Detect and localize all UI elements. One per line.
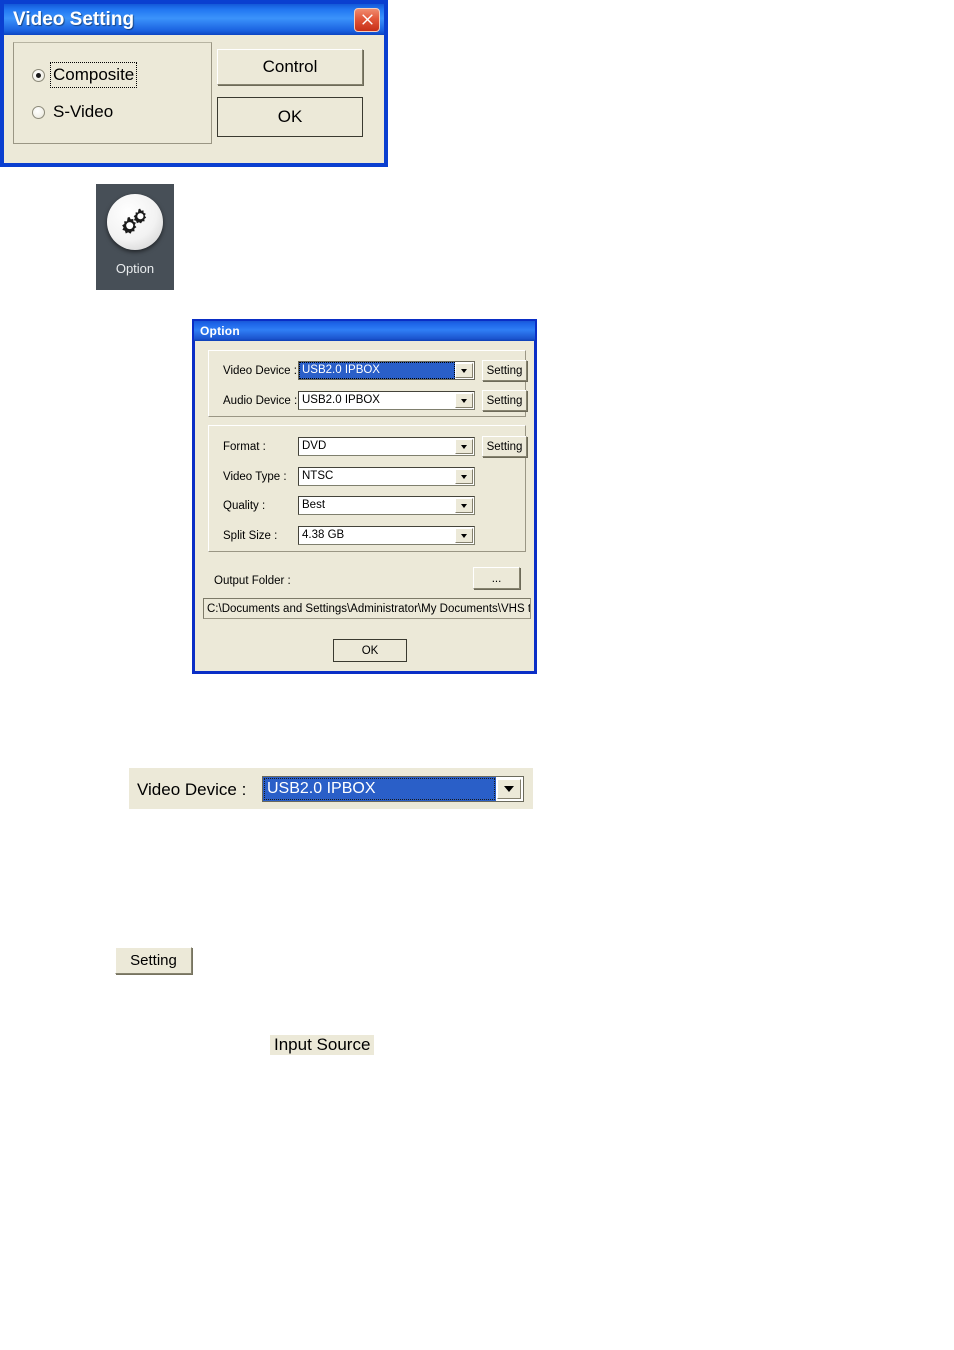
- radio-unselected-icon: [32, 105, 45, 119]
- close-icon[interactable]: [354, 7, 380, 32]
- video-type-combo[interactable]: NTSC: [298, 467, 475, 486]
- quality-label: Quality :: [223, 500, 266, 512]
- option-dialog: Option Video Device : USB2.0 IPBOX Setti…: [192, 319, 537, 674]
- radio-composite[interactable]: Composite: [32, 62, 138, 88]
- split-size-combo[interactable]: 4.38 GB: [298, 526, 475, 545]
- input-source-groupbox: Composite S-Video: [13, 42, 212, 144]
- option-toolbar-button[interactable]: Option: [96, 184, 174, 290]
- quality-combo[interactable]: Best: [298, 496, 475, 515]
- format-label: Format :: [223, 441, 266, 453]
- chevron-down-icon[interactable]: [497, 779, 521, 799]
- option-dialog-title: Option: [200, 324, 240, 338]
- input-source-groupbox-title: Input Source: [270, 1035, 375, 1055]
- split-size-label: Split Size :: [223, 530, 278, 542]
- video-device-callout-label: Video Device :: [137, 780, 247, 799]
- audio-device-label: Audio Device :: [223, 395, 298, 407]
- gears-icon: [107, 194, 163, 250]
- devices-group-panel: Video Device : USB2.0 IPBOX Setting Audi…: [208, 350, 527, 417]
- video-type-label: Video Type :: [223, 471, 287, 483]
- video-type-value: NTSC: [302, 470, 334, 482]
- video-device-label: Video Device :: [223, 365, 297, 377]
- video-device-setting-button[interactable]: Setting: [482, 360, 527, 381]
- video-device-row-callout: Video Device : USB2.0 IPBOX: [129, 768, 533, 809]
- audio-device-combo[interactable]: USB2.0 IPBOX: [298, 391, 475, 410]
- video-setting-title: Video Setting: [13, 8, 135, 30]
- format-value: DVD: [302, 440, 327, 452]
- format-combo[interactable]: DVD: [298, 437, 475, 456]
- video-setting-dialog: Video Setting Composite S-Video Input So…: [0, 0, 388, 1055]
- video-setting-title-bar: Video Setting: [4, 4, 384, 35]
- output-folder-label: Output Folder :: [214, 575, 291, 587]
- radio-composite-label: Composite: [49, 62, 138, 88]
- radio-selected-icon: [32, 68, 45, 82]
- radio-s-video-label: S-Video: [53, 102, 114, 121]
- audio-device-setting-button[interactable]: Setting: [482, 390, 527, 411]
- output-folder-path-field[interactable]: C:\Documents and Settings\Administrator\…: [203, 598, 531, 619]
- split-size-value: 4.38 GB: [302, 529, 345, 541]
- chevron-down-icon[interactable]: [455, 393, 473, 408]
- chevron-down-icon[interactable]: [455, 439, 473, 454]
- format-group-panel: Format : DVD Setting Video Type : NTSC Q…: [208, 425, 527, 552]
- chevron-down-icon[interactable]: [455, 363, 473, 378]
- control-button[interactable]: Control: [217, 49, 363, 85]
- video-device-combo[interactable]: USB2.0 IPBOX: [298, 361, 475, 380]
- format-setting-button[interactable]: Setting: [482, 436, 527, 457]
- radio-s-video[interactable]: S-Video: [32, 102, 113, 122]
- browse-folder-button[interactable]: ...: [473, 567, 520, 589]
- output-folder-section: Output Folder : ... C:\Documents and Set…: [203, 562, 531, 622]
- chevron-down-icon[interactable]: [455, 469, 473, 484]
- setting-button-callout[interactable]: Setting: [115, 947, 192, 974]
- video-setting-ok-button[interactable]: OK: [217, 97, 363, 137]
- video-device-callout-value: USB2.0 IPBOX: [263, 777, 496, 801]
- option-dialog-title-bar: Option: [194, 321, 535, 341]
- audio-device-value: USB2.0 IPBOX: [302, 394, 380, 406]
- video-device-value: USB2.0 IPBOX: [299, 362, 455, 379]
- option-ok-button[interactable]: OK: [333, 639, 407, 662]
- chevron-down-icon[interactable]: [455, 498, 473, 513]
- video-device-callout-combo[interactable]: USB2.0 IPBOX: [262, 776, 524, 802]
- option-toolbar-label: Option: [115, 261, 155, 276]
- chevron-down-icon[interactable]: [455, 528, 473, 543]
- quality-value: Best: [302, 499, 326, 511]
